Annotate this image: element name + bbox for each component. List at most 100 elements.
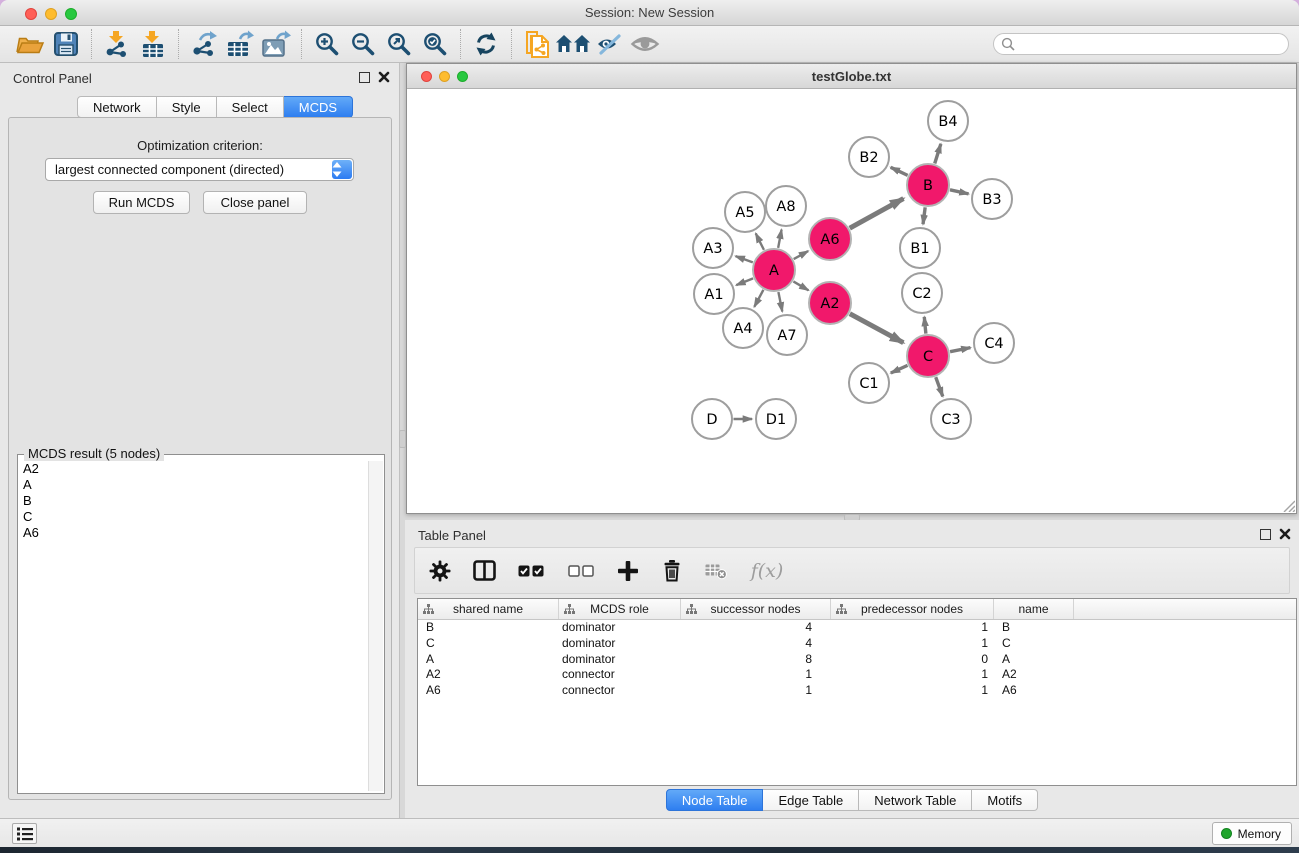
list-icon — [17, 827, 33, 841]
column-header-name[interactable]: name — [994, 599, 1074, 619]
node-label-A1: A1 — [704, 287, 723, 303]
edge-A6-B[interactable] — [850, 199, 904, 229]
network-canvas[interactable]: B4B2BB3A5A8A6B1A3AA1C2A2A4A7C4CC1C3DD1 — [407, 89, 1296, 513]
edge-B-B1[interactable] — [923, 207, 925, 224]
table-row[interactable]: Bdominator41B — [418, 620, 1296, 636]
import-table-icon — [140, 30, 166, 58]
memory-button[interactable]: Memory — [1212, 822, 1292, 845]
export-image-icon — [261, 30, 291, 58]
column-header-predecessor-nodes[interactable]: predecessor nodes — [831, 599, 994, 619]
float-table-panel-icon[interactable] — [1260, 529, 1271, 540]
export-image-button[interactable] — [258, 27, 294, 61]
refresh-button[interactable] — [468, 27, 504, 61]
edge-A-A6[interactable] — [794, 251, 808, 259]
edge-A-A1[interactable] — [736, 278, 753, 285]
show-graphics-details-button[interactable] — [627, 27, 663, 61]
function-fx-icon: f(x) — [751, 560, 784, 582]
hide-graphics-details-button[interactable] — [591, 27, 627, 61]
mcds-result-list[interactable]: A2ABCA6 — [19, 461, 367, 791]
table-panel-title: Table Panel — [418, 528, 486, 543]
workspace: Control Panel NetworkStyleSelectMCDS Opt… — [0, 63, 1299, 818]
window-resize-grip[interactable] — [1282, 499, 1295, 512]
gear-icon — [429, 560, 451, 582]
optimization-criterion-dropdown[interactable]: largest connected component (directed) — [45, 158, 354, 181]
close-table-panel-icon[interactable] — [1278, 527, 1292, 541]
toolbar-separator — [301, 29, 302, 59]
edge-B-B3[interactable] — [950, 190, 969, 194]
column-header-successor-nodes[interactable]: successor nodes — [681, 599, 831, 619]
edge-C-C4[interactable] — [950, 348, 970, 352]
zoom-out-button[interactable] — [345, 27, 381, 61]
status-bar: Memory — [0, 818, 1299, 847]
search-input[interactable] — [1019, 37, 1269, 51]
result-item[interactable]: C — [19, 509, 367, 525]
tab-mcds[interactable]: MCDS — [284, 96, 353, 118]
tab-select[interactable]: Select — [217, 96, 284, 118]
network-graph[interactable]: B4B2BB3A5A8A6B1A3AA1C2A2A4A7C4CC1C3DD1 — [407, 89, 1296, 513]
column-header-shared-name[interactable]: shared name — [418, 599, 559, 619]
edge-A-A7[interactable] — [778, 292, 782, 311]
delete-table-button[interactable] — [701, 556, 731, 586]
save-session-button[interactable] — [48, 27, 84, 61]
edge-A-A4[interactable] — [754, 290, 763, 307]
edge-A2-C[interactable] — [850, 314, 904, 343]
unselect-all-columns-button[interactable] — [563, 556, 599, 586]
zoom-fit-button[interactable] — [381, 27, 417, 61]
export-network-button[interactable] — [186, 27, 222, 61]
table-cell: 4 — [681, 620, 831, 636]
import-table-button[interactable] — [135, 27, 171, 61]
edge-B-B2[interactable] — [891, 167, 908, 175]
toolbar-separator — [511, 29, 512, 59]
result-item[interactable]: A2 — [19, 461, 367, 477]
result-item[interactable]: A — [19, 477, 367, 493]
table-cell: dominator — [559, 636, 681, 652]
open-ndex-button[interactable] — [555, 27, 591, 61]
table-row[interactable]: A2connector11A2 — [418, 667, 1296, 683]
edge-C-C1[interactable] — [891, 365, 908, 373]
table-cell: 1 — [831, 683, 994, 699]
close-panel-icon[interactable] — [377, 70, 391, 84]
edge-A-A2[interactable] — [793, 281, 808, 290]
table-row[interactable]: Adominator80A — [418, 652, 1296, 668]
edge-A-A8[interactable] — [778, 230, 781, 248]
result-item[interactable]: B — [19, 493, 367, 509]
tab-network-table[interactable]: Network Table — [859, 789, 972, 811]
edge-A-A5[interactable] — [756, 233, 764, 249]
node-label-D1: D1 — [766, 412, 786, 428]
edge-C-C2[interactable] — [924, 317, 926, 334]
add-column-button[interactable] — [613, 556, 643, 586]
table-options-button[interactable] — [425, 556, 455, 586]
task-history-button[interactable] — [12, 823, 37, 844]
toolbar-separator — [460, 29, 461, 59]
share-network-document-button[interactable] — [519, 27, 555, 61]
function-builder-button[interactable]: f(x) — [745, 556, 789, 586]
horizontal-splitter-handle[interactable] — [399, 430, 406, 448]
table-cell: A2 — [418, 667, 559, 683]
tab-node-table[interactable]: Node Table — [666, 789, 764, 811]
select-all-columns-button[interactable] — [513, 556, 549, 586]
show-columns-button[interactable] — [469, 556, 499, 586]
column-header-MCDS-role[interactable]: MCDS role — [559, 599, 681, 619]
result-item[interactable]: A6 — [19, 525, 367, 541]
close-panel-button[interactable]: Close panel — [203, 191, 307, 214]
edge-C-C3[interactable] — [936, 377, 943, 396]
delete-columns-button[interactable] — [657, 556, 687, 586]
import-network-button[interactable] — [99, 27, 135, 61]
zoom-in-button[interactable] — [309, 27, 345, 61]
open-file-button[interactable] — [12, 27, 48, 61]
search-box[interactable] — [993, 33, 1289, 55]
table-row[interactable]: Cdominator41C — [418, 636, 1296, 652]
edge-A-A3[interactable] — [736, 256, 753, 262]
float-panel-icon[interactable] — [359, 72, 370, 83]
export-table-button[interactable] — [222, 27, 258, 61]
tab-edge-table[interactable]: Edge Table — [763, 789, 859, 811]
node-label-C: C — [923, 349, 933, 365]
edge-B-B4[interactable] — [935, 144, 941, 164]
tab-style[interactable]: Style — [157, 96, 217, 118]
run-mcds-button[interactable]: Run MCDS — [93, 191, 190, 214]
tab-network[interactable]: Network — [77, 96, 157, 118]
zoom-selected-button[interactable] — [417, 27, 453, 61]
table-row[interactable]: A6connector11A6 — [418, 683, 1296, 699]
tab-motifs[interactable]: Motifs — [972, 789, 1038, 811]
result-list-scrollbar[interactable] — [368, 461, 383, 791]
